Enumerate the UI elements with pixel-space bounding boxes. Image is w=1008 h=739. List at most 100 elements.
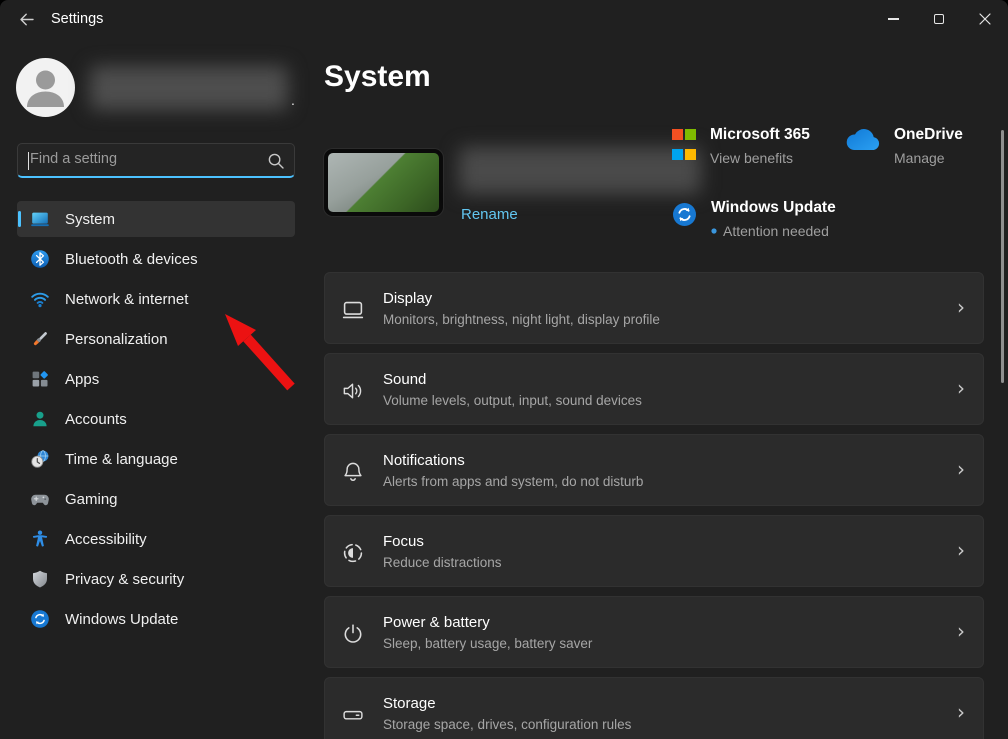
time-language-icon	[30, 449, 50, 469]
chevron-right-icon: ›	[957, 457, 965, 481]
person-icon	[16, 58, 75, 117]
search-box	[17, 143, 295, 178]
sidebar-item-label: Bluetooth & devices	[65, 251, 198, 268]
sidebar-item-accounts[interactable]: Accounts	[17, 401, 295, 437]
sidebar-item-system[interactable]: System	[17, 201, 295, 237]
chevron-right-icon: ›	[957, 538, 965, 562]
settings-cards: Display Monitors, brightness, night ligh…	[324, 272, 984, 739]
display-icon	[341, 298, 365, 322]
system-icon	[30, 209, 50, 229]
account-name-suffix: .	[291, 92, 295, 108]
gaming-controller-icon	[30, 489, 50, 509]
card-subtitle: Volume levels, output, input, sound devi…	[383, 393, 642, 408]
sidebar-item-label: Windows Update	[65, 611, 178, 628]
power-icon	[341, 622, 365, 646]
card-title: Display	[383, 290, 660, 307]
card-sound[interactable]: Sound Volume levels, output, input, soun…	[324, 353, 984, 425]
sidebar-item-label: Accounts	[65, 411, 127, 428]
windows-update-status-card[interactable]: Windows Update Attention needed	[672, 199, 836, 239]
back-arrow-icon	[17, 10, 36, 29]
microsoft-365-card[interactable]: Microsoft 365 View benefits	[672, 126, 810, 166]
sidebar-item-label: Gaming	[65, 491, 118, 508]
card-focus[interactable]: Focus Reduce distractions ›	[324, 515, 984, 587]
microsoft-logo-icon	[672, 129, 696, 166]
avatar[interactable]	[16, 58, 75, 117]
attention-text: Attention needed	[723, 223, 829, 239]
accessibility-icon	[30, 529, 50, 549]
sound-icon	[341, 379, 365, 403]
chevron-right-icon: ›	[957, 700, 965, 724]
sidebar-nav: System Bluetooth & devices	[17, 201, 295, 641]
page-title: System	[324, 60, 431, 94]
card-title: Sound	[383, 371, 642, 388]
card-subtitle: Monitors, brightness, night light, displ…	[383, 312, 660, 327]
sidebar-item-windows-update[interactable]: Windows Update	[17, 601, 295, 637]
sidebar-item-label: System	[65, 211, 115, 228]
chevron-right-icon: ›	[957, 619, 965, 643]
quick-link-title: Microsoft 365	[710, 126, 810, 144]
quick-link-subtitle: View benefits	[710, 150, 810, 166]
quick-link-title: OneDrive	[894, 126, 963, 144]
app-title: Settings	[51, 11, 103, 27]
sidebar-item-label: Apps	[65, 371, 99, 388]
scrollbar-thumb[interactable]	[1001, 130, 1004, 383]
card-title: Notifications	[383, 452, 643, 469]
apps-icon	[30, 369, 50, 389]
focus-icon	[341, 541, 365, 565]
minimize-button[interactable]	[870, 0, 916, 38]
card-title: Power & battery	[383, 614, 592, 631]
quick-link-title: Windows Update	[711, 199, 836, 217]
sidebar-item-network-internet[interactable]: Network & internet	[17, 281, 295, 317]
onedrive-card[interactable]: OneDrive Manage	[846, 126, 963, 166]
sidebar-item-privacy-security[interactable]: Privacy & security	[17, 561, 295, 597]
titlebar: Settings	[0, 0, 1008, 40]
sidebar-item-personalization[interactable]: Personalization	[17, 321, 295, 357]
accounts-icon	[30, 409, 50, 429]
caption-buttons	[870, 0, 1008, 38]
settings-window: Settings .	[0, 0, 1008, 739]
device-name-redacted	[459, 147, 701, 194]
sidebar-item-accessibility[interactable]: Accessibility	[17, 521, 295, 557]
card-subtitle: Sleep, battery usage, battery saver	[383, 636, 592, 651]
onedrive-cloud-icon	[846, 129, 880, 151]
personalization-brush-icon	[30, 329, 50, 349]
quick-link-subtitle: Attention needed	[711, 223, 836, 239]
notifications-bell-icon	[341, 460, 365, 484]
wifi-icon	[30, 289, 50, 309]
attention-dot-icon	[711, 228, 717, 234]
close-icon	[979, 13, 991, 25]
shield-icon	[30, 569, 50, 589]
sidebar-item-label: Personalization	[65, 331, 168, 348]
search-input[interactable]	[18, 144, 294, 176]
selection-pill	[18, 211, 21, 227]
sidebar-item-gaming[interactable]: Gaming	[17, 481, 295, 517]
maximize-icon	[934, 14, 944, 24]
search-icon	[267, 152, 285, 170]
card-notifications[interactable]: Notifications Alerts from apps and syste…	[324, 434, 984, 506]
chevron-right-icon: ›	[957, 376, 965, 400]
back-button[interactable]	[10, 6, 42, 33]
bluetooth-icon	[30, 249, 50, 269]
sidebar-item-apps[interactable]: Apps	[17, 361, 295, 397]
sidebar-item-time-language[interactable]: Time & language	[17, 441, 295, 477]
close-button[interactable]	[962, 0, 1008, 38]
sidebar-item-label: Time & language	[65, 451, 178, 468]
card-title: Storage	[383, 695, 631, 712]
sidebar: . System	[0, 40, 312, 739]
windows-update-icon	[672, 202, 697, 227]
windows-update-icon	[30, 609, 50, 629]
device-wallpaper-preview	[324, 149, 443, 216]
rename-link[interactable]: Rename	[461, 206, 518, 223]
card-storage[interactable]: Storage Storage space, drives, configura…	[324, 677, 984, 739]
account-name-redacted	[90, 66, 288, 110]
sidebar-item-label: Accessibility	[65, 531, 147, 548]
minimize-icon	[888, 18, 899, 19]
card-subtitle: Storage space, drives, configuration rul…	[383, 717, 631, 732]
maximize-button[interactable]	[916, 0, 962, 38]
card-display[interactable]: Display Monitors, brightness, night ligh…	[324, 272, 984, 344]
card-subtitle: Reduce distractions	[383, 555, 502, 570]
card-title: Focus	[383, 533, 502, 550]
sidebar-item-bluetooth-devices[interactable]: Bluetooth & devices	[17, 241, 295, 277]
card-power-battery[interactable]: Power & battery Sleep, battery usage, ba…	[324, 596, 984, 668]
quick-link-subtitle: Manage	[894, 150, 963, 166]
